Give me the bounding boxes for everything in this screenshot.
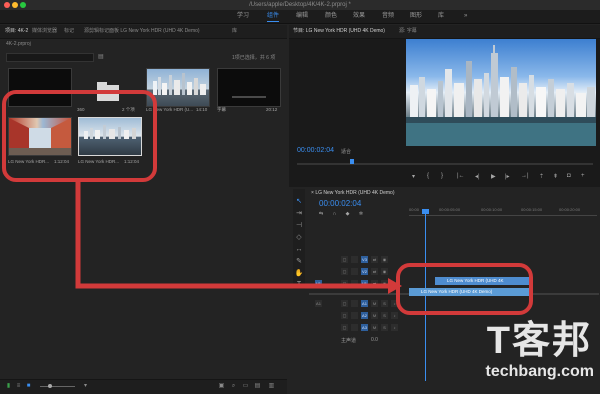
techbang-watermark: T客邦 techbang.com (466, 319, 596, 391)
watermark-en: techbang.com (485, 363, 594, 380)
watermark-cn: T客邦 (486, 320, 592, 362)
